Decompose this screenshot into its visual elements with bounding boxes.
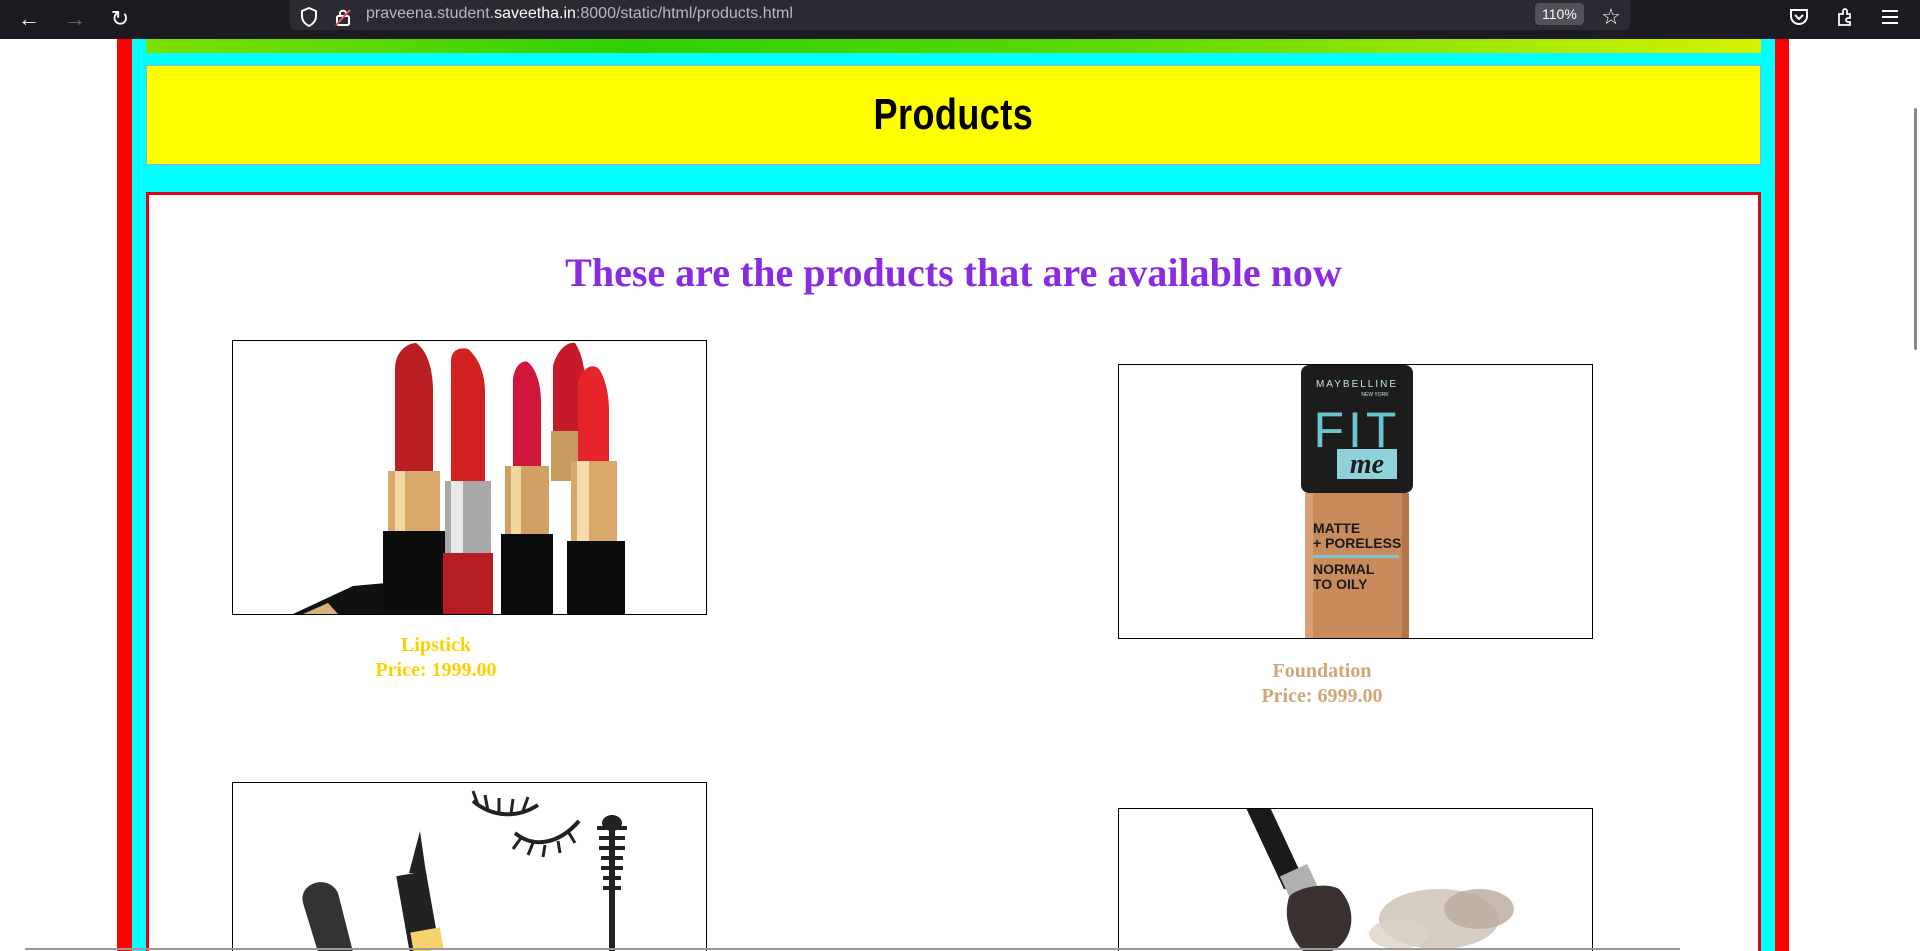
foundation-brand-sub-label: NEW YORK <box>1361 392 1389 398</box>
product-caption-foundation: Foundation Price: 6999.00 <box>1118 659 1526 709</box>
extensions-icon[interactable] <box>1832 4 1858 30</box>
bookmark-star-icon[interactable]: ☆ <box>1598 4 1624 30</box>
product-price: Price: 1999.00 <box>375 659 497 681</box>
page-title: Products <box>873 90 1034 139</box>
foundation-line4: TO OILY <box>1313 576 1368 592</box>
forward-icon[interactable]: → <box>58 3 92 35</box>
url-text[interactable]: praveena.student.saveetha.in:8000/static… <box>366 5 793 23</box>
eye-makeup-image <box>232 782 707 951</box>
lipstick-image <box>232 340 707 615</box>
makeup-brush-image <box>1118 808 1593 951</box>
reload-icon[interactable]: ↻ <box>103 3 137 35</box>
pocket-icon[interactable] <box>1786 4 1812 30</box>
section-subtitle: These are the products that are availabl… <box>565 250 1342 295</box>
page-header: Products <box>146 65 1761 165</box>
foundation-line1: MATTE <box>1313 520 1360 536</box>
top-banner-image <box>146 39 1761 53</box>
bottom-divider <box>25 948 1680 950</box>
foundation-brand-label: MAYBELLINE <box>1316 379 1398 390</box>
address-bar[interactable]: praveena.student.saveetha.in:8000/static… <box>290 0 1630 30</box>
product-name: Lipstick <box>400 634 472 656</box>
foundation-me-label: me <box>1350 449 1384 480</box>
zoom-level-badge[interactable]: 110% <box>1535 3 1584 25</box>
foundation-line2: + PORELESS <box>1313 535 1401 551</box>
foundation-image: MAYBELLINE NEW YORK FIT me MATTE + POREL… <box>1118 364 1593 639</box>
product-name: Foundation <box>1272 660 1372 682</box>
product-caption-lipstick: Lipstick Price: 1999.00 <box>232 633 640 683</box>
product-price: Price: 6999.00 <box>1261 685 1383 707</box>
insecure-lock-icon[interactable] <box>330 4 356 30</box>
foundation-line3: NORMAL <box>1313 561 1375 577</box>
back-icon[interactable]: ← <box>12 3 46 35</box>
page-scrollbar[interactable] <box>1914 108 1917 350</box>
browser-toolbar: ← → ↻ praveena.student.saveetha.in:8000/… <box>0 0 1920 39</box>
shield-icon[interactable] <box>296 4 322 30</box>
menu-icon[interactable] <box>1877 4 1903 30</box>
